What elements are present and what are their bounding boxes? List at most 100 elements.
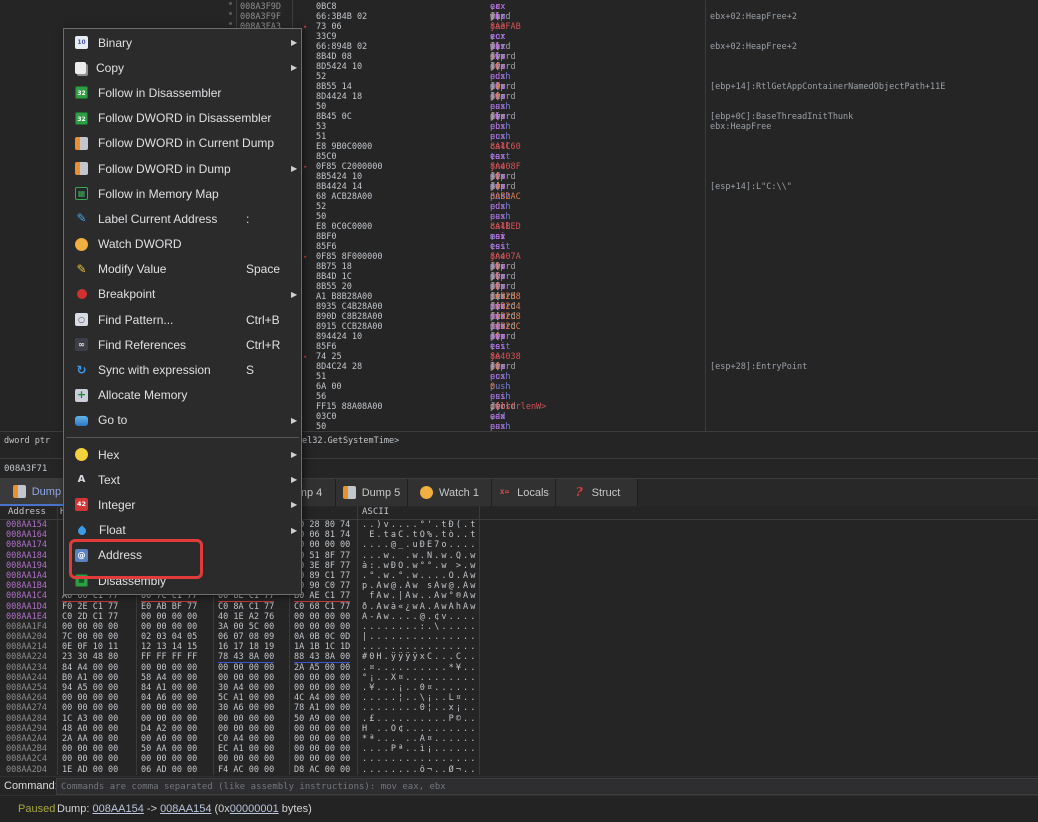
hex-group: 30 A4 00 00 [218, 684, 274, 693]
instruction-bytes: 85F6 [316, 242, 336, 252]
breakpoint-dot [229, 22, 232, 25]
instruction-bytes: 8B5424 10 [316, 172, 362, 182]
hex-group: 78 A1 00 00 [294, 704, 350, 713]
dump-row[interactable]: 008AA2A42A AA 00 0000 A0 00 00C0 A4 00 0… [0, 734, 1038, 744]
selected-address: 008A3F71 [4, 464, 47, 474]
instruction-bytes: FF15 88A08A00 [316, 402, 383, 412]
dump-row[interactable]: 008AA2C400 00 00 0000 00 00 0000 00 00 0… [0, 754, 1038, 764]
menu-item-follow-dword-in-current-dump[interactable]: Follow DWORD in Current Dump [64, 131, 301, 156]
hex-bytes: 0A 0B 0C 0D [290, 632, 358, 642]
dump-row[interactable]: 008AA1D4F0 2E C1 77E0 AB BF 77C0 8A C1 7… [0, 602, 1038, 612]
dump-row-spacer [480, 703, 1038, 713]
ascii-cell: #0H.ÿÿÿÿxC...C.. [358, 652, 480, 662]
menu-item-label: Breakpoint [98, 287, 155, 301]
integer-icon: 42 [75, 498, 88, 511]
dump-row[interactable]: 008AA2D41E AD 00 0006 AD 00 00F4 AC 00 0… [0, 765, 1038, 775]
dump-row[interactable]: 008AA1F400 00 00 0000 00 00 003A 00 5C 0… [0, 622, 1038, 632]
menu-item-watch-dword[interactable]: Watch DWORD [64, 232, 301, 257]
menu-item-find-pattern[interactable]: ○Find Pattern...Ctrl+B [64, 307, 301, 332]
hex-bytes: F0 2E C1 77 [58, 602, 137, 612]
menu-item-integer[interactable]: 42Integer▶ [64, 492, 301, 517]
dump-row[interactable]: 008AA2047C 00 00 0002 03 04 0506 07 08 0… [0, 632, 1038, 642]
menu-item-binary[interactable]: 10Binary▶ [64, 30, 301, 55]
hex-group: F0 2E C1 77 [62, 603, 118, 612]
hex-bytes: 12 13 14 15 [137, 642, 214, 652]
dump-row[interactable]: 008AA27400 00 00 0000 00 00 0030 A6 00 0… [0, 703, 1038, 713]
menu-item-copy[interactable]: Copy▶ [64, 55, 301, 80]
menu-item-follow-in-disassembler[interactable]: 32Follow in Disassembler [64, 80, 301, 105]
status-link[interactable]: 008AA154 [160, 803, 211, 815]
dump-row[interactable]: 008AA22423 30 48 80FF FF FF FF78 43 8A 0… [0, 652, 1038, 662]
menu-item-modify-value[interactable]: ✎Modify ValueSpace [64, 257, 301, 282]
instruction-bytes: 8BF0 [316, 232, 336, 242]
menu-item-find-references[interactable]: ∞Find ReferencesCtrl+R [64, 332, 301, 357]
hex-group: 3A 00 5C 00 [218, 623, 274, 632]
menu-item-allocate-memory[interactable]: +Allocate Memory [64, 383, 301, 408]
hex-group: 00 00 00 00 [141, 704, 197, 713]
ascii-cell: ....Pª..ì¡...... [358, 744, 480, 754]
dump-row[interactable]: 008AA244B0 A1 00 0058 A4 00 0000 00 00 0… [0, 673, 1038, 683]
disasm-row[interactable]: 008A3F9D0BC8or ecx,eax [0, 2, 1038, 12]
dump-address: 008AA1F4 [0, 622, 58, 632]
dump-address: 008AA184 [0, 551, 58, 561]
instruction-bytes: 52 [316, 202, 326, 212]
hex-bytes: 00 00 00 00 [290, 612, 358, 622]
dump-row[interactable]: 008AA1E4C0 2D C1 7700 00 00 0040 1E A2 7… [0, 612, 1038, 622]
dump-address: 008AA204 [0, 632, 58, 642]
command-bar: Command: [0, 776, 1038, 796]
status-link[interactable]: 00000001 [230, 803, 279, 815]
dump-row[interactable]: 008AA2841C A3 00 0000 00 00 0000 00 00 0… [0, 714, 1038, 724]
hex-group: 00 00 00 00 [294, 755, 350, 764]
menu-item-hex[interactable]: Hex▶ [64, 442, 301, 467]
instruction-bytes: 8B45 0C [316, 112, 352, 122]
menu-item-label: Hex [98, 448, 119, 462]
hex-group: 00 00 00 00 [294, 541, 350, 550]
menu-item-label-current-address[interactable]: ✎Label Current Address: [64, 206, 301, 231]
menu-item-go-to[interactable]: Go to▶ [64, 408, 301, 433]
menu-item-breakpoint[interactable]: Breakpoint▶ [64, 282, 301, 307]
tab-label: Watch 1 [439, 487, 479, 499]
ascii-cell: ........:.\..... [358, 622, 480, 632]
dump-row[interactable]: 008AA2B400 00 00 0050 AA 00 00EC A1 00 0… [0, 744, 1038, 754]
menu-item-follow-dword-in-dump[interactable]: Follow DWORD in Dump▶ [64, 156, 301, 181]
menu-item-follow-in-memory-map[interactable]: ▦Follow in Memory Map [64, 181, 301, 206]
hex-group: 16 17 18 19 [218, 643, 274, 652]
instruction-bytes: 53 [316, 122, 326, 132]
dump-address: 008AA194 [0, 561, 58, 571]
submenu-arrow-icon: ▶ [291, 416, 297, 425]
dump-row[interactable]: 008AA25494 A5 00 0084 A1 00 0030 A4 00 0… [0, 683, 1038, 693]
hex-bytes: 30 A4 00 00 [214, 683, 290, 693]
menu-item-sync-with-expression[interactable]: ↻Sync with expressionS [64, 357, 301, 382]
hex-bytes: 58 A4 00 00 [137, 673, 214, 683]
menu-item-label: Label Current Address [98, 212, 217, 226]
dump-row-spacer [480, 602, 1038, 612]
command-input[interactable] [56, 778, 1038, 795]
instruction-bytes: E8 0C0C0000 [316, 222, 372, 232]
hex-bytes: 00 00 00 00 [214, 663, 290, 673]
tab-dump-5[interactable]: Dump 5 [336, 479, 408, 506]
menu-item-follow-dword-in-disassembler[interactable]: 32Follow DWORD in Disassembler [64, 106, 301, 131]
hex-group: 23 30 48 80 [62, 653, 118, 662]
dump-row-spacer [480, 632, 1038, 642]
tab-watch-1[interactable]: Watch 1 [408, 479, 492, 506]
instruction-bytes: 8B55 20 [316, 282, 352, 292]
dump-row-spacer [480, 693, 1038, 703]
instruction-bytes: 50 [316, 212, 326, 222]
dump-row[interactable]: 008AA23484 A4 00 0000 00 00 0000 00 00 0… [0, 663, 1038, 673]
tab-struct[interactable]: ?Struct [556, 479, 638, 506]
status-link[interactable]: 008AA154 [92, 803, 143, 815]
disasm-row[interactable]: 008A3F9F66:3B4B 02cmp cx,word ptr ds:[eb… [0, 12, 1038, 22]
dump-row[interactable]: 008AA2140E 0F 10 1112 13 14 1516 17 18 1… [0, 642, 1038, 652]
hex-group: 00 00 00 00 [62, 745, 118, 754]
dump-row[interactable]: 008AA29448 A0 00 00D4 A2 00 0000 00 00 0… [0, 724, 1038, 734]
instruction-comment: [esp+14]:L"C:\\" [710, 182, 792, 192]
hex-bytes: 0E 0F 10 11 [58, 642, 137, 652]
ascii-cell: .£..........P©.. [358, 714, 480, 724]
dump-address: 008AA274 [0, 703, 58, 713]
hex-bytes: 48 A0 00 00 [58, 724, 137, 734]
tab-locals[interactable]: x=Locals [492, 479, 556, 506]
dump-row[interactable]: 008AA26400 00 00 0004 A6 00 005C A1 00 0… [0, 693, 1038, 703]
ascii-cell: ................ [358, 642, 480, 652]
menu-item-text[interactable]: AText▶ [64, 467, 301, 492]
status-text: -> [144, 803, 160, 815]
